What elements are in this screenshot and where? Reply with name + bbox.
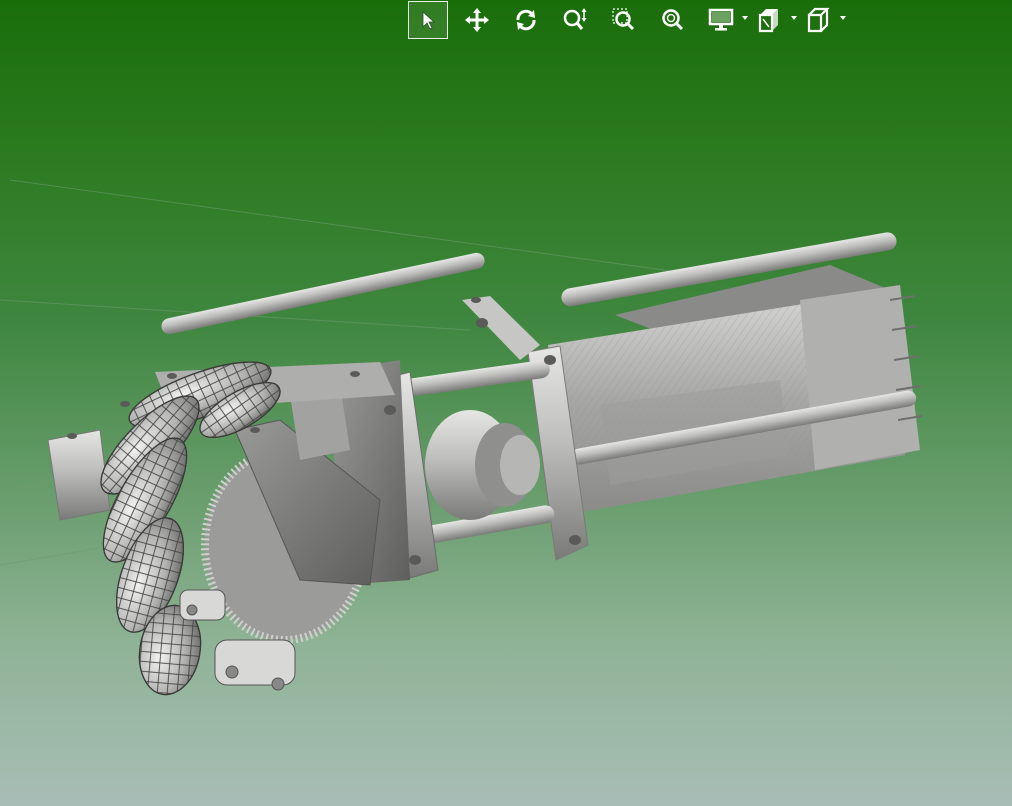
cube-icon [807, 7, 830, 33]
rotate-tool-button[interactable] [506, 1, 546, 39]
section-view-dropdown[interactable] [751, 1, 797, 39]
chevron-down-icon [742, 16, 748, 20]
zoom-fit-button[interactable] [653, 1, 693, 39]
zoom-fit-icon [662, 9, 684, 31]
section-cube-icon [758, 9, 778, 33]
coupling [425, 410, 540, 520]
select-tool-button[interactable] [408, 1, 448, 39]
chevron-down-icon [840, 16, 846, 20]
display-style-dropdown[interactable] [702, 1, 748, 39]
monitor-icon [708, 8, 734, 31]
view-orientation-dropdown[interactable] [800, 1, 846, 39]
pan-tool-button[interactable] [457, 1, 497, 39]
arrow-pointer-icon [422, 11, 436, 30]
move-arrows-icon [465, 8, 489, 32]
zoom-window-icon [612, 8, 635, 31]
zoom-tool-button[interactable] [555, 1, 595, 39]
rotate-icon [516, 9, 536, 31]
cad-model-render[interactable] [0, 0, 1012, 806]
view-toolbar [408, 0, 849, 40]
motor [527, 232, 923, 561]
zoom-updown-icon [563, 8, 587, 30]
chevron-down-icon [791, 16, 797, 20]
zoom-window-button[interactable] [604, 1, 644, 39]
3d-viewport[interactable] [0, 0, 1012, 806]
